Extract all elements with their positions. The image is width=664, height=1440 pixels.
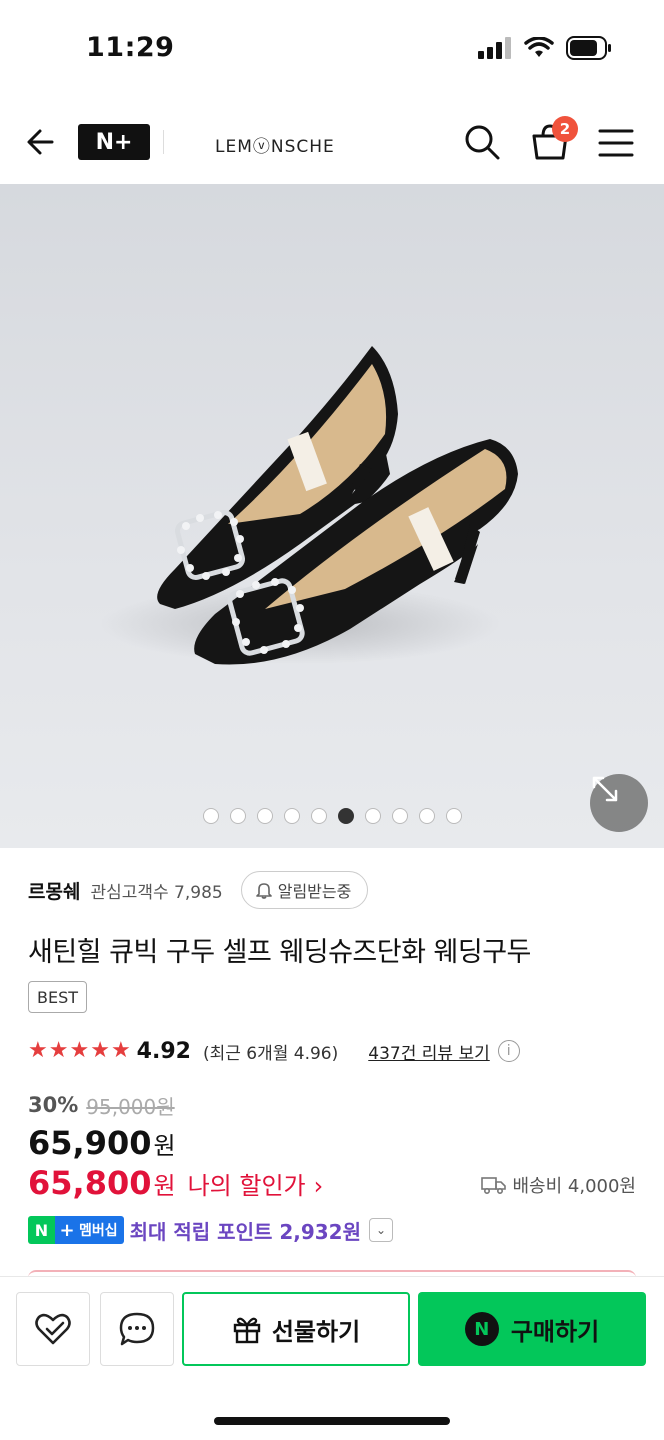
gallery-dot[interactable] — [445, 808, 462, 824]
store-followers: 관심고객수 7,985 — [90, 882, 223, 903]
buy-button-label: 구매하기 — [510, 1317, 600, 1346]
price-row: 65,900 원 — [28, 1124, 176, 1162]
chat-bubble-icon — [119, 1312, 155, 1346]
membership-n: N — [28, 1216, 55, 1244]
product-title: 새틴힐 큐빅 구두 셀프 웨딩슈즈단화 웨딩구두 — [28, 937, 531, 968]
status-time: 11:29 — [86, 32, 175, 63]
truck-icon — [480, 1177, 506, 1195]
original-price: 95,000원 — [86, 1094, 175, 1119]
gallery-dot[interactable] — [229, 808, 246, 824]
bottom-action-bar: 선물하기 N 구매하기 — [0, 1276, 664, 1440]
gallery-dot[interactable] — [202, 808, 219, 824]
sale-price: 65,900 — [28, 1124, 152, 1162]
cart-count-badge: 2 — [552, 116, 578, 142]
shipping-fee-text: 배송비 4,000원 — [512, 1176, 637, 1197]
my-discount-price-row[interactable]: 65,800 원 나의 할인가 › — [28, 1164, 323, 1202]
info-icon[interactable]: i — [497, 1040, 520, 1062]
brand-logo[interactable]: LEMⓥNSCHE — [215, 132, 335, 157]
max-points: 최대 적립 포인트 2,932원 — [129, 1219, 361, 1244]
hamburger-menu-icon[interactable] — [598, 126, 634, 160]
notification-toggle-button[interactable]: 알림받는중 — [240, 871, 369, 909]
star-icon: ★ — [28, 1038, 48, 1063]
buy-button[interactable]: N 구매하기 — [418, 1292, 646, 1366]
star-icon: ★ — [48, 1038, 69, 1063]
expand-image-button[interactable] — [590, 774, 648, 832]
nplus-label: N+ — [95, 129, 133, 155]
chevron-down-icon[interactable]: ⌄ — [369, 1218, 393, 1242]
naver-plus-store-logo[interactable]: N+ — [78, 124, 150, 160]
back-arrow-icon[interactable] — [22, 122, 62, 162]
search-icon[interactable] — [462, 122, 502, 162]
gallery-dot[interactable] — [364, 808, 381, 824]
chevron-right-icon: › — [313, 1172, 324, 1200]
notification-label: 알림받는중 — [277, 882, 352, 901]
rating-stars: ★ ★ ★ ★ ★ — [28, 1040, 131, 1062]
product-image-gallery[interactable] — [0, 184, 664, 848]
gift-button[interactable]: 선물하기 — [182, 1292, 410, 1366]
talk-talk-button[interactable] — [100, 1292, 174, 1366]
my-discount-price-unit: 원 — [153, 1172, 176, 1200]
discount-row: 30% 95,000원 — [28, 1088, 175, 1122]
status-bar: 11:29 — [0, 0, 664, 100]
membership-points-row: N + 멤버십 최대 적립 포인트 2,932원 ⌄ — [28, 1214, 393, 1246]
shipping-fee: 배송비 4,000원 — [480, 1172, 637, 1198]
gallery-dot[interactable] — [283, 808, 300, 824]
sale-price-unit: 원 — [153, 1132, 176, 1160]
naver-membership-badge: N + 멤버십 — [28, 1216, 124, 1244]
bell-icon — [255, 883, 272, 899]
my-discount-price: 65,800 — [28, 1164, 152, 1202]
gallery-dot[interactable] — [418, 808, 435, 824]
star-icon: ★ — [110, 1038, 131, 1063]
membership-text: 멤버십 — [79, 1216, 124, 1244]
best-badge: BEST — [28, 981, 88, 1013]
gift-icon — [233, 1317, 261, 1344]
wifi-icon — [524, 37, 554, 57]
status-icons — [478, 36, 612, 60]
discount-rate: 30% — [28, 1093, 79, 1117]
gallery-dot[interactable] — [391, 808, 408, 824]
store-info-row: 르몽쉐 관심고객수 7,985 알림받는중 — [28, 870, 369, 910]
naver-pay-n-icon: N — [464, 1312, 499, 1346]
gallery-pagination — [0, 808, 664, 824]
app-header: N+ LEMⓥNSCHE — [0, 100, 664, 186]
heart-check-icon — [35, 1313, 71, 1345]
gallery-dot[interactable] — [310, 808, 327, 824]
gallery-dot[interactable] — [256, 808, 273, 824]
recent-rating: (최근 6개월 4.96) — [202, 1043, 339, 1064]
rating-row: ★ ★ ★ ★ ★ 4.92 (최근 6개월 4.96) 437건 리뷰 보기 … — [28, 1034, 520, 1068]
signal-icon — [478, 37, 511, 59]
my-discount-label: 나의 할인가 — [187, 1172, 306, 1200]
expand-icon — [592, 776, 618, 802]
membership-plus: + — [55, 1216, 79, 1244]
battery-icon — [566, 36, 611, 60]
store-name[interactable]: 르몽쉐 — [28, 877, 80, 904]
wishlist-button[interactable] — [16, 1292, 90, 1366]
star-icon: ★ — [69, 1038, 90, 1063]
star-icon: ★ — [90, 1038, 110, 1063]
gallery-dot-active[interactable] — [337, 808, 354, 824]
rating-score: 4.92 — [136, 1038, 191, 1064]
reviews-link[interactable]: 437건 리뷰 보기 — [368, 1039, 489, 1064]
gift-button-label: 선물하기 — [271, 1317, 361, 1346]
header-divider — [163, 130, 164, 154]
home-indicator — [214, 1417, 450, 1425]
product-photo-shoes — [100, 346, 518, 665]
